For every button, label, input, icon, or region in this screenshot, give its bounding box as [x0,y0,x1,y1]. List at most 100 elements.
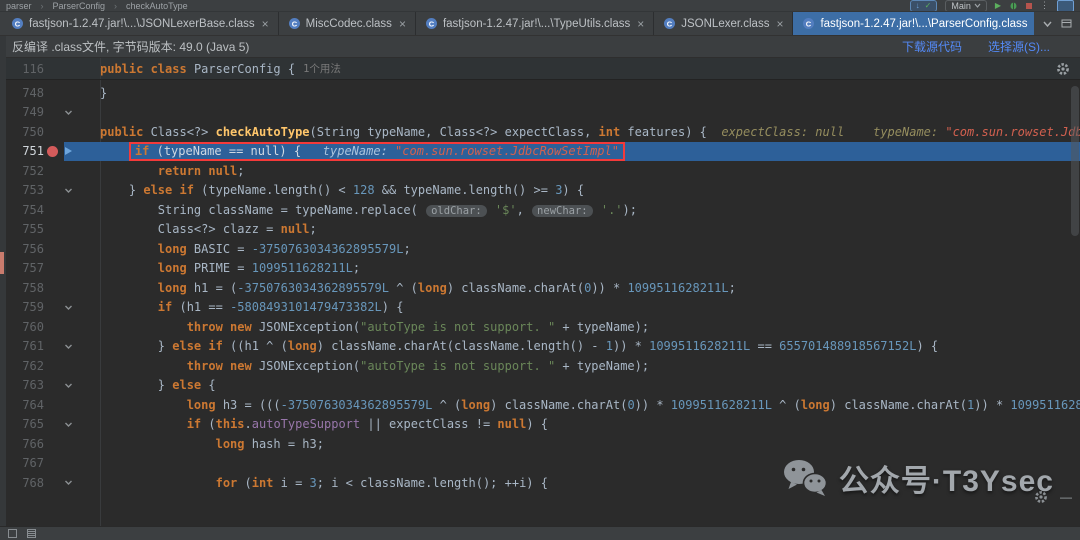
layout-icon[interactable] [27,529,36,538]
tool-window-button[interactable] [1057,0,1074,11]
code-line[interactable]: if (h1 == -5808493101479473382L) { [100,300,1080,314]
code-line-row[interactable]: 761 } else if ((h1 ^ (long) className.ch… [0,337,1080,357]
editor-tab[interactable]: Cfastjson-1.2.47.jar!\...\JSONLexerBase.… [2,12,279,35]
vcs-update-icon[interactable]: ↓ [916,1,920,11]
code-line[interactable]: long h3 = (((-3750763034362895579L ^ (lo… [100,398,1080,412]
code-line[interactable]: throw new JSONException("autoType is not… [100,320,1080,334]
gear-icon[interactable] [1034,490,1048,504]
fold-chevron-icon[interactable] [60,381,76,390]
fold-chevron-icon[interactable] [60,478,76,487]
breadcrumb-item[interactable]: ParserConfig [53,1,106,11]
code-segment: } [100,378,173,393]
run-config-select[interactable]: Main [945,0,987,11]
fold-chevron-icon[interactable] [60,186,76,195]
code-line-row[interactable]: 756 long BASIC = -3750763034362895579L; [0,239,1080,259]
code-segment: ) className.charAt( [490,397,628,412]
breadcrumb-item[interactable]: parser [6,1,32,11]
close-tab-icon[interactable]: × [399,17,406,31]
code-line-row[interactable]: 748} [0,83,1080,103]
close-tab-icon[interactable]: × [776,17,783,31]
code-line-row[interactable]: 758 long h1 = (-3750763034362895579L ^ (… [0,278,1080,298]
editor-options-icon[interactable] [1061,19,1072,28]
sticky-settings-gear-icon[interactable] [1056,62,1070,79]
code-line[interactable]: long hash = h3; [100,437,1080,451]
code-line-row[interactable]: 750 public Class<?> checkAutoType(String … [0,122,1080,142]
code-segment: throw new [186,319,259,334]
code-line[interactable]: long BASIC = -3750763034362895579L; [100,242,1080,256]
more-actions-icon[interactable]: ⋮ [1040,0,1049,11]
code-segment: -3750763034362895579L [251,241,404,256]
breakpoint-icon[interactable] [46,145,58,157]
line-number: 762 [22,358,44,373]
toolwindow-toggle-icon[interactable] [8,529,17,538]
svg-text:C: C [667,19,673,28]
code-line-row[interactable]: 751 if (typeName == null) { typeName: "c… [0,141,1080,162]
svg-text:C: C [806,19,812,28]
code-line[interactable]: throw new JSONException("autoType is not… [100,359,1080,373]
code-segment: ) { [526,417,549,432]
class-icon: C [802,17,815,30]
code-line[interactable]: public Class<?> checkAutoType(String typ… [100,125,1080,139]
code-line[interactable]: } else if (typeName.length() < 128 && ty… [100,183,1080,197]
code-line[interactable]: } [100,86,1080,100]
debug-icon[interactable] [1009,1,1018,10]
editor-tab[interactable]: Cfastjson-1.2.47.jar!\...\ParserConfig.c… [793,12,1034,35]
editor-tab[interactable]: C JSONLexer.class × [654,12,794,35]
close-tab-icon[interactable]: × [262,17,269,31]
code-line-row[interactable]: 752 return null; [0,161,1080,181]
code-line-row[interactable]: 754 String className = typeName.replace(… [0,200,1080,220]
download-sources-link[interactable]: 下载源代码 [902,38,962,55]
vcs-commit-icon[interactable]: ✓ [925,1,932,11]
code-segment: ) { [562,183,585,198]
code-line-row[interactable]: 766 long hash = h3; [0,434,1080,454]
code-line[interactable]: if (typeName == null) { typeName: "com.s… [100,141,1080,161]
vcs-actions-group[interactable]: ↓ ✓ [909,0,938,11]
code-line[interactable]: } else { [100,378,1080,392]
code-segment: long [461,397,491,412]
code-line-row[interactable]: 764 long h3 = (((-3750763034362895579L ^… [0,395,1080,415]
code-line-row[interactable]: 763 } else { [0,376,1080,396]
code-line-row[interactable]: 762 throw new JSONException("autoType is… [0,356,1080,376]
code-line[interactable]: Class<?> clazz = null; [100,222,1080,236]
close-tab-icon[interactable]: × [637,17,644,31]
code-line-row[interactable]: 757 long PRIME = 1099511628211L; [0,259,1080,279]
code-line[interactable]: String className = typeName.replace( old… [100,203,1080,217]
code-line[interactable]: return null; [100,164,1080,178]
code-line[interactable]: if (this.autoTypeSupport || expectClass … [100,417,1080,431]
breadcrumb-item[interactable]: checkAutoType [126,1,188,11]
class-icon: C [663,17,676,30]
fold-chevron-icon[interactable] [60,420,76,429]
fold-chevron-icon[interactable] [60,108,76,117]
editor-tab[interactable]: Cfastjson-1.2.47.jar!\...\TypeUtils.clas… [416,12,655,35]
fold-chevron-icon[interactable] [60,342,76,351]
code-area[interactable]: 748} 749 750 public Class<?> checkAutoType(… [0,83,1080,493]
stop-icon[interactable] [1026,2,1032,9]
run-icon[interactable]: ▶ [995,1,1001,11]
vertical-scrollbar[interactable] [1071,86,1079,236]
code-editor[interactable]: 748} 749 750 public Class<?> checkAutoType(… [0,80,1080,526]
code-line-row[interactable]: 753 } else if (typeName.length() < 128 &… [0,181,1080,201]
code-line[interactable]: } else if ((h1 ^ (long) className.charAt… [100,339,1080,353]
main-toolbar: parser › ParserConfig › checkAutoType ↓ ✓ Ma… [0,0,1080,12]
code-segment: { [201,378,216,393]
fold-chevron-icon[interactable] [60,303,76,312]
code-segment: ) className.charAt( [446,280,585,295]
code-line-row[interactable]: 749 [0,103,1080,123]
choose-sources-link[interactable]: 选择源(S)... [988,38,1050,55]
code-line-row[interactable]: 765 if (this.autoTypeSupport || expectCl… [0,415,1080,435]
code-line[interactable]: long h1 = (-3750763034362895579L ^ (long… [100,281,1080,295]
sticky-header-line[interactable]: 116 public class ParserConfig {1个用法 [0,58,1080,80]
code-segment: "autoType is not support. " [360,358,556,373]
editor-tab[interactable]: C MiscCodec.class × [279,12,416,35]
code-line-row[interactable]: 755 Class<?> clazz = null; [0,220,1080,240]
breakpoint-slot[interactable] [44,145,60,157]
code-line-row[interactable]: 760 throw new JSONException("autoType is… [0,317,1080,337]
minimize-icon[interactable]: — [1060,490,1072,504]
code-line[interactable]: long PRIME = 1099511628211L; [100,261,1080,275]
code-segment: checkAutoType [215,124,310,139]
hidden-tabs-chevron-icon[interactable] [1042,20,1053,28]
code-line-row[interactable]: 759 if (h1 == -5808493101479473382L) { [0,298,1080,318]
status-bar [0,526,1080,540]
line-number: 758 [22,280,44,295]
usage-hint[interactable]: 1个用法 [303,61,341,76]
